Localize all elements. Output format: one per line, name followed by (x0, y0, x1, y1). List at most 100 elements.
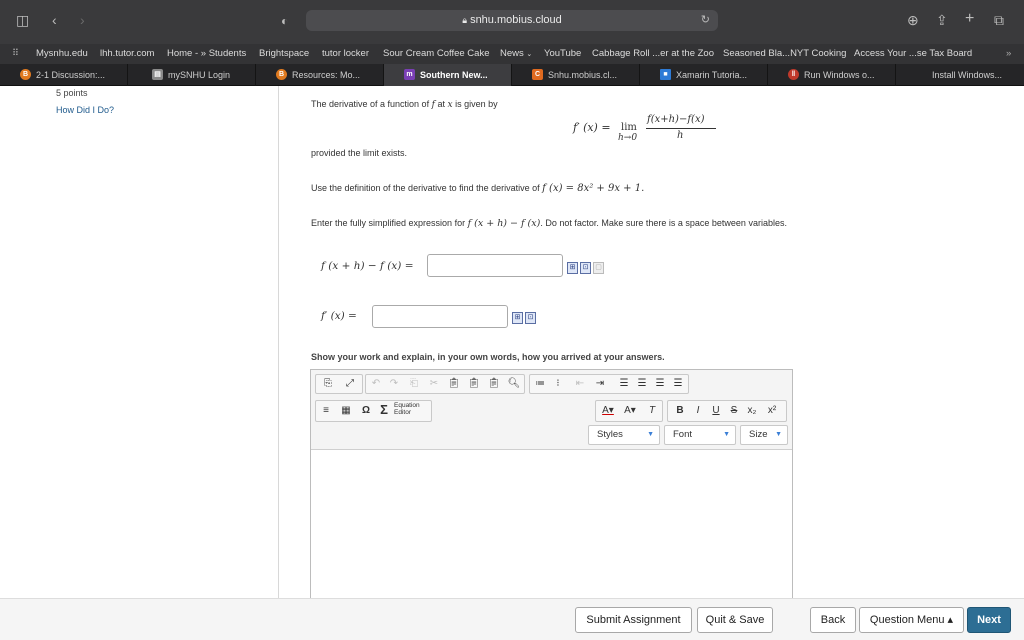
back-arrow-icon[interactable]: ‹ (52, 12, 57, 28)
numbered-list-icon[interactable]: ≔ (532, 377, 548, 391)
cut-icon[interactable]: ✂ (426, 377, 442, 391)
address-bar[interactable]: 🔒︎ snhu.mobius.cloud ↻ (306, 10, 718, 31)
remove-format-icon[interactable]: T (644, 404, 660, 418)
math-entry-icon[interactable]: ⊞ (512, 312, 523, 324)
find-icon[interactable]: 🔍︎ (506, 377, 522, 391)
browser-tab[interactable]: ‖ Run Windows o... (768, 64, 896, 86)
quit-save-button[interactable]: Quit & Save (697, 607, 773, 633)
undo-icon[interactable]: ↶ (368, 377, 384, 391)
assignment-footer: Submit Assignment Quit & Save Back Quest… (0, 598, 1024, 640)
italic-icon[interactable]: I (690, 404, 706, 418)
paste-icon[interactable]: 📋︎ (446, 377, 462, 391)
outdent-icon[interactable]: ⇤ (572, 377, 588, 391)
styles-label: Styles (597, 429, 623, 440)
special-char-icon[interactable]: Ω (358, 404, 374, 418)
browser-tab[interactable]: B 2-1 Discussion:... (0, 64, 128, 86)
forward-arrow-icon[interactable]: › (80, 12, 85, 28)
styles-dropdown[interactable]: Styles ▼ (588, 425, 660, 445)
tab-label: Snhu.mobius.cl... (548, 70, 618, 80)
browser-tab-active[interactable]: m Southern New... (384, 64, 512, 86)
tab-label: Run Windows o... (804, 70, 875, 80)
tab-overview-icon[interactable]: ⧉ (994, 12, 1004, 28)
maximize-icon[interactable]: ⤢ (342, 377, 358, 391)
bookmark-item[interactable]: Seasoned Bla...NYT Cooking (723, 44, 846, 64)
bookmark-item[interactable]: Cabbage Roll ...er at the Zoo (592, 44, 714, 64)
superscript-icon[interactable]: x² (764, 404, 780, 418)
reload-icon[interactable]: ↻ (701, 10, 710, 31)
tab-label: mySNHU Login (168, 70, 231, 80)
bookmark-item[interactable]: Sour Cream Coffee Cake (383, 44, 490, 64)
grid-icon[interactable]: ⠿ (12, 44, 19, 64)
formula-lim-sub: h→0 (618, 133, 638, 143)
formula-lim: lim (621, 122, 637, 133)
sidebar-toggle-icon[interactable]: ◫ (16, 12, 29, 28)
help-icon[interactable]: ▢ (593, 262, 604, 274)
preview-icon[interactable]: ⊡ (525, 312, 536, 324)
sigma-icon[interactable]: Σ (376, 403, 392, 417)
bookmark-item[interactable]: lhh.tutor.com (100, 44, 154, 64)
browser-tab[interactable]: B Resources: Mo... (256, 64, 384, 86)
work-editor: ⎘ ⤢ ↶ ↷ ⎗ ✂ 📋︎ 📋︎ 📋︎ 🔍︎ ≔ ⁝ ⇤ ⇥ ☰ ☰ ☰ ☰ … (310, 369, 793, 609)
bookmarks-bar: ⠿ Mysnhu.edu lhh.tutor.com Home - » Stud… (0, 44, 1024, 64)
paste-word-icon[interactable]: 📋︎ (486, 377, 502, 391)
browser-tab[interactable]: ■ Xamarin Tutoria... (640, 64, 768, 86)
apple-icon (916, 69, 927, 80)
bookmark-item[interactable]: Access Your ...se Tax Board (854, 44, 972, 64)
align-center-icon[interactable]: ☰ (634, 377, 650, 391)
submit-assignment-button[interactable]: Submit Assignment (575, 607, 692, 633)
table-icon[interactable]: ▦ (338, 404, 354, 418)
toolbar-group: B I U S x₂ x² (667, 400, 787, 422)
chevron-down-icon: ⌄ (526, 51, 533, 58)
copy-icon[interactable]: ⎗ (406, 377, 422, 391)
bookmark-label: News (500, 48, 524, 59)
justify-icon[interactable]: ☰ (670, 377, 686, 391)
more-bookmarks-icon[interactable]: » (1006, 44, 1011, 64)
bulleted-list-icon[interactable]: ⁝ (550, 377, 566, 391)
editor-toolbar: ⎘ ⤢ ↶ ↷ ⎗ ✂ 📋︎ 📋︎ 📋︎ 🔍︎ ≔ ⁝ ⇤ ⇥ ☰ ☰ ☰ ☰ … (311, 370, 792, 450)
size-dropdown[interactable]: Size ▼ (740, 425, 788, 445)
next-button[interactable]: Next (967, 607, 1011, 633)
font-dropdown[interactable]: Font ▼ (664, 425, 736, 445)
align-right-icon[interactable]: ☰ (652, 377, 668, 391)
page-content: 5 points How Did I Do? The derivative of… (0, 86, 1024, 609)
dropdown-caret-icon: ▼ (775, 431, 782, 438)
bookmark-item[interactable]: tutor locker (322, 44, 369, 64)
align-left-icon[interactable]: ☰ (616, 377, 632, 391)
bookmark-item[interactable]: Brightspace (259, 44, 309, 64)
mobius-cloud-icon: C (532, 69, 543, 80)
browser-tab[interactable]: C Snhu.mobius.cl... (512, 64, 640, 86)
browser-tab[interactable]: ▤ mySNHU Login (128, 64, 256, 86)
bold-icon[interactable]: B (672, 404, 688, 418)
downloads-icon[interactable]: ⊕ (907, 12, 919, 28)
bookmark-item[interactable]: Home - » Students (167, 44, 246, 64)
shield-icon[interactable]: ◐ (281, 13, 288, 29)
strikethrough-icon[interactable]: S (726, 404, 742, 418)
horizontal-line-icon[interactable]: ≡ (318, 404, 334, 418)
editor-text-area[interactable] (311, 451, 792, 608)
question-menu-button[interactable]: Question Menu ▴ (859, 607, 964, 633)
subscript-icon[interactable]: x₂ (744, 404, 760, 418)
share-icon[interactable]: ⇪ (936, 12, 948, 28)
equation-editor-button[interactable]: Equation Editor (394, 402, 432, 416)
preview-icon[interactable]: ⊡ (580, 262, 591, 274)
text-color-icon[interactable]: A▾ (600, 404, 616, 418)
points-label: 5 points (56, 88, 88, 98)
math-entry-icon[interactable]: ⊞ (567, 262, 578, 274)
bookmark-news[interactable]: News ⌄ (500, 44, 532, 65)
new-tab-icon[interactable]: + (965, 11, 974, 27)
page-icon: ▤ (152, 69, 163, 80)
answer2-label: f′ (x) = (321, 310, 357, 322)
browser-tab[interactable]: Install Windows... (896, 64, 1024, 86)
how-did-i-do-link[interactable]: How Did I Do? (56, 105, 114, 115)
underline-icon[interactable]: U (708, 404, 724, 418)
redo-icon[interactable]: ↷ (386, 377, 402, 391)
indent-icon[interactable]: ⇥ (592, 377, 608, 391)
difference-answer-input[interactable] (427, 254, 563, 277)
derivative-answer-input[interactable] (372, 305, 508, 328)
bookmark-item[interactable]: YouTube (544, 44, 581, 64)
source-icon[interactable]: ⎘ (320, 377, 336, 391)
bg-color-icon[interactable]: A▾ (622, 404, 638, 418)
bookmark-item[interactable]: Mysnhu.edu (36, 44, 88, 64)
back-button[interactable]: Back (810, 607, 856, 633)
paste-text-icon[interactable]: 📋︎ (466, 377, 482, 391)
